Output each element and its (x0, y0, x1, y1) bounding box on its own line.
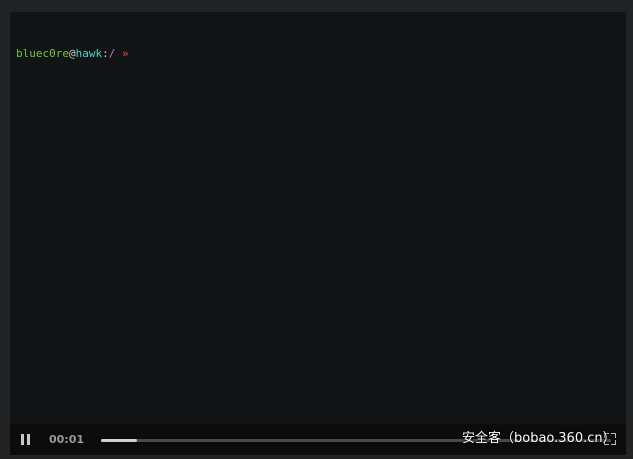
pause-icon-bar (27, 434, 30, 445)
pause-icon (21, 434, 24, 445)
prompt-user: bluec0re (16, 47, 69, 60)
progress-fill (101, 439, 137, 442)
pause-button[interactable] (20, 434, 31, 446)
prompt-arrow: » (121, 47, 129, 60)
prompt-at: @ (68, 47, 76, 60)
player-frame: bluec0re@hawk:/ » 00:01 安全客（bobao.360.cn… (0, 0, 633, 459)
prompt-line: bluec0re@hawk:/ » (16, 47, 620, 61)
watermark: 安全客（bobao.360.cn） (462, 431, 616, 446)
prompt-path: / (108, 47, 116, 60)
prompt-colon: : (102, 47, 109, 60)
elapsed-time: 00:01 (49, 433, 85, 446)
prompt-host: hawk (75, 47, 103, 60)
terminal-screen[interactable]: bluec0re@hawk:/ » (10, 12, 626, 424)
